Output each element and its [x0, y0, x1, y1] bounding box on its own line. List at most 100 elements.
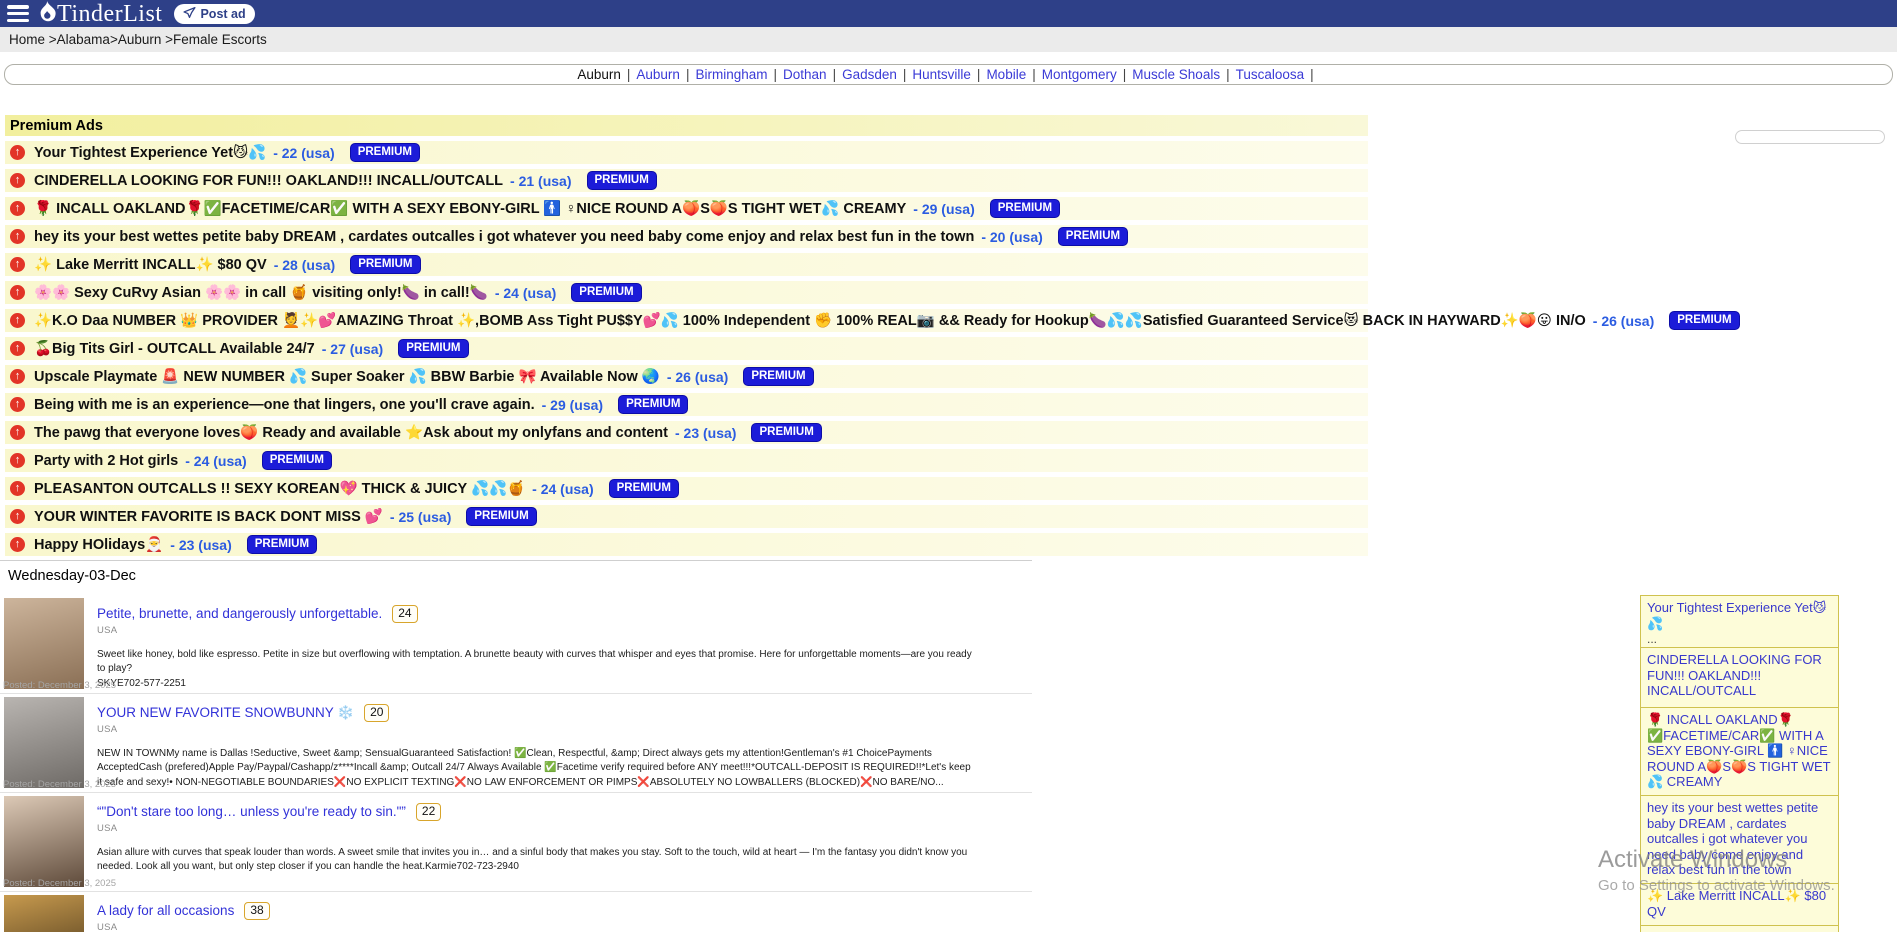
- ad-placeholder-box: [1735, 130, 1885, 144]
- premium-ad-link[interactable]: The pawg that everyone loves🍑 Ready and …: [34, 424, 668, 441]
- listing-title-link[interactable]: YOUR NEW FAVORITE SNOWBUNNY ❄️: [97, 705, 354, 721]
- posted-date: Posted: December 3, 2025: [3, 878, 116, 889]
- breadcrumb-item: Female Escorts: [173, 32, 267, 47]
- premium-ad-link[interactable]: 🍒Big Tits Girl - OUTCALL Available 24/7: [34, 340, 315, 357]
- premium-ad-link[interactable]: CINDERELLA LOOKING FOR FUN!!! OAKLAND!!!…: [34, 173, 503, 189]
- up-arrow-icon: ↑: [10, 453, 25, 468]
- premium-ad-age[interactable]: - 24 (usa): [185, 453, 246, 469]
- premium-ad-link[interactable]: Being with me is an experience—one that …: [34, 397, 535, 413]
- city-link[interactable]: Huntsville: [912, 67, 971, 82]
- post-ad-button[interactable]: Post ad: [174, 4, 254, 24]
- listing-feed: Wednesday-03-Dec Petite, brunette, and d…: [0, 560, 1032, 932]
- premium-ad-age[interactable]: - 26 (usa): [1593, 313, 1654, 329]
- listing-title-link[interactable]: A lady for all occasions: [97, 903, 234, 918]
- city-link[interactable]: Auburn: [636, 67, 680, 82]
- premium-ad-link[interactable]: Happy HOlidays🎅: [34, 536, 163, 553]
- sidebar-ad-title[interactable]: hey its your best wettes petite baby DRE…: [1647, 800, 1832, 878]
- listing-title-link[interactable]: Petite, brunette, and dangerously unforg…: [97, 606, 382, 621]
- up-arrow-icon: ↑: [10, 425, 25, 440]
- premium-ad-age[interactable]: - 26 (usa): [667, 369, 728, 385]
- breadcrumb-item[interactable]: Auburn: [118, 32, 162, 47]
- listing-title-row: YOUR NEW FAVORITE SNOWBUNNY ❄️20: [97, 704, 1032, 722]
- up-arrow-icon: ↑: [10, 285, 25, 300]
- city-link[interactable]: Tuscaloosa: [1236, 67, 1305, 82]
- premium-ad-row: ↑ The pawg that everyone loves🍑 Ready and…: [5, 421, 1368, 444]
- sidebar-ad-title[interactable]: ✨ Lake Merritt INCALL✨ $80 QV: [1647, 888, 1832, 919]
- sidebar-ad-title[interactable]: 🌹 INCALL OAKLAND🌹✅FACETIME/CAR✅ WITH A S…: [1647, 712, 1832, 790]
- premium-ad-link[interactable]: hey its your best wettes petite baby DRE…: [34, 229, 974, 245]
- sidebar-ad-box[interactable]: Your Tightest Experience Yet😼💦...: [1640, 595, 1839, 652]
- premium-ad-age[interactable]: - 23 (usa): [170, 537, 231, 553]
- premium-ad-link[interactable]: Your Tightest Experience Yet😼💦: [34, 144, 266, 161]
- listing-photo[interactable]: [4, 796, 84, 887]
- listing-location: USA: [97, 724, 1032, 735]
- premium-ad-age[interactable]: - 20 (usa): [981, 229, 1042, 245]
- city-separator: |: [1226, 67, 1230, 82]
- premium-ad-link[interactable]: PLEASANTON OUTCALLS !! SEXY KOREAN💖 THIC…: [34, 480, 525, 497]
- up-arrow-icon: ↑: [10, 229, 25, 244]
- site-logo[interactable]: TinderList: [38, 1, 162, 27]
- city-link[interactable]: Birmingham: [695, 67, 767, 82]
- premium-ad-age[interactable]: - 24 (usa): [532, 481, 593, 497]
- listing-location: USA: [97, 625, 1032, 636]
- city-link[interactable]: Montgomery: [1042, 67, 1117, 82]
- premium-badge: PREMIUM: [587, 171, 657, 190]
- premium-ads-header: Premium Ads: [5, 115, 1368, 136]
- premium-ad-age[interactable]: - 28 (usa): [274, 257, 335, 273]
- city-current: Auburn: [577, 67, 621, 82]
- premium-badge: PREMIUM: [751, 423, 821, 442]
- premium-ad-link[interactable]: ✨ Lake Merritt INCALL✨ $80 QV: [34, 256, 267, 273]
- sidebar-ad-title[interactable]: CINDERELLA LOOKING FOR FUN!!! OAKLAND!!!…: [1647, 652, 1832, 699]
- premium-ad-row: ↑YOUR WINTER FAVORITE IS BACK DONT MISS …: [5, 505, 1368, 528]
- premium-ad-link[interactable]: 🌹 INCALL OAKLAND🌹✅FACETIME/CAR✅ WITH A S…: [34, 200, 906, 217]
- listing-row: Petite, brunette, and dangerously unforg…: [0, 595, 1032, 694]
- listing-title-link[interactable]: “"Don't stare too long… unless you're re…: [97, 804, 406, 819]
- listing-photo[interactable]: [4, 697, 84, 788]
- premium-ad-age[interactable]: - 24 (usa): [495, 285, 556, 301]
- premium-ad-age[interactable]: - 29 (usa): [913, 201, 974, 217]
- sidebar-ad-box[interactable]: [1640, 925, 1839, 932]
- listing-title-row: A lady for all occasions38: [97, 902, 1032, 920]
- listing-photo[interactable]: [4, 598, 84, 689]
- city-link[interactable]: Mobile: [986, 67, 1026, 82]
- premium-ad-age[interactable]: - 23 (usa): [675, 425, 736, 441]
- premium-ad-link[interactable]: YOUR WINTER FAVORITE IS BACK DONT MISS 💕: [34, 508, 383, 525]
- premium-ad-link[interactable]: Party with 2 Hot girls: [34, 453, 178, 469]
- hamburger-menu-icon[interactable]: [7, 5, 29, 22]
- listing-content: “"Don't stare too long… unless you're re…: [97, 793, 1032, 875]
- city-separator: |: [774, 67, 778, 82]
- premium-section: Premium Ads ↑ Your Tightest Experience Ye…: [5, 115, 1368, 561]
- premium-ad-row: ↑ 🌹 INCALL OAKLAND🌹✅FACETIME/CAR✅ WITH A …: [5, 197, 1368, 220]
- city-link[interactable]: Dothan: [783, 67, 827, 82]
- premium-ad-age[interactable]: - 29 (usa): [542, 397, 603, 413]
- listing-photo[interactable]: [4, 895, 84, 932]
- premium-ad-row: ↑ hey its your best wettes petite baby DR…: [5, 225, 1368, 248]
- breadcrumb-item[interactable]: Alabama: [57, 32, 110, 47]
- premium-ad-age[interactable]: - 27 (usa): [322, 341, 383, 357]
- breadcrumb-item[interactable]: Home: [9, 32, 45, 47]
- posted-date: Posted: December 3, 2025: [3, 680, 116, 691]
- up-arrow-icon: ↑: [10, 201, 25, 216]
- listing-location: USA: [97, 823, 1032, 834]
- premium-ad-age[interactable]: - 25 (usa): [390, 509, 451, 525]
- premium-badge: PREMIUM: [743, 367, 813, 386]
- premium-badge: PREMIUM: [262, 451, 332, 470]
- premium-ad-age[interactable]: - 21 (usa): [510, 173, 571, 189]
- city-link[interactable]: Muscle Shoals: [1132, 67, 1220, 82]
- premium-ad-row: ↑✨ Lake Merritt INCALL✨ $80 QV- 28 (usa)…: [5, 253, 1368, 276]
- breadcrumb-separator: >: [110, 32, 118, 47]
- premium-ad-row: ↑ 🌸🌸 Sexy CuRvy Asian 🌸🌸 in call 🍯 visiti…: [5, 281, 1368, 304]
- city-link[interactable]: Gadsden: [842, 67, 897, 82]
- premium-ad-link[interactable]: 🌸🌸 Sexy CuRvy Asian 🌸🌸 in call 🍯 visitin…: [34, 284, 488, 301]
- age-badge: 24: [392, 605, 417, 623]
- page: TinderList Post ad Home >Alabama>Auburn …: [0, 0, 1897, 932]
- city-separator: |: [1123, 67, 1127, 82]
- premium-ad-link[interactable]: ✨K.O Daa NUMBER 👑 PROVIDER 💆✨💕AMAZING Th…: [34, 312, 1586, 329]
- premium-ad-link[interactable]: Upscale Playmate 🚨 NEW NUMBER 💦 Super So…: [34, 368, 660, 385]
- logo-text: TinderList: [57, 2, 162, 26]
- sidebar-ad-title[interactable]: Your Tightest Experience Yet😼💦: [1647, 600, 1832, 631]
- breadcrumb-separator: >: [45, 32, 57, 47]
- listing-title-row: “"Don't stare too long… unless you're re…: [97, 803, 1032, 821]
- premium-badge: PREMIUM: [247, 535, 317, 554]
- premium-ad-age[interactable]: - 22 (usa): [273, 145, 334, 161]
